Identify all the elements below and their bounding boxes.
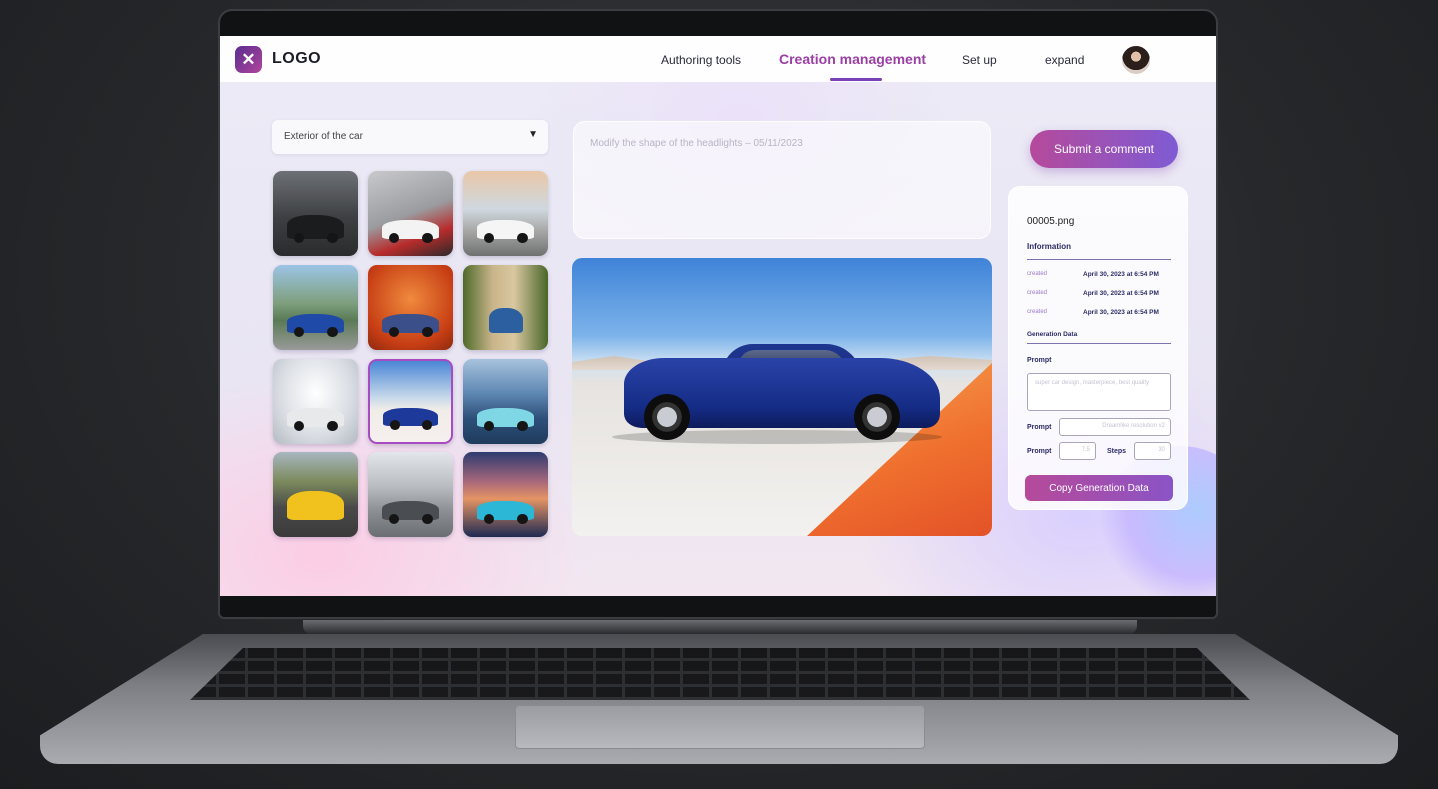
thumb-wheel (327, 233, 338, 244)
gallery-thumb-12[interactable] (463, 452, 548, 537)
thumb-wheel (294, 327, 305, 338)
thumb-wheel (517, 233, 528, 244)
thumb-wheel (294, 233, 305, 244)
gallery-thumb-8[interactable] (368, 359, 453, 444)
steps-field[interactable]: 30 (1134, 442, 1171, 460)
comment-placeholder: Modify the shape of the headlights – 05/… (590, 138, 803, 149)
gallery-thumb-1[interactable] (273, 171, 358, 256)
thumb-wheel (484, 233, 495, 244)
file-name: 00005.png (1027, 216, 1075, 227)
nav-set-up[interactable]: Set up (962, 53, 997, 67)
thumb-wheel (422, 233, 433, 244)
category-select-value: Exterior of the car (284, 131, 363, 142)
meta-key: created (1027, 290, 1048, 296)
main-preview-image (572, 258, 992, 536)
meta-value: April 30, 2023 at 6:54 PM (1083, 271, 1159, 278)
thumb-wheel (484, 514, 495, 525)
submit-comment-button[interactable]: Submit a comment (1030, 130, 1178, 168)
user-avatar[interactable] (1120, 44, 1152, 76)
active-nav-indicator (830, 78, 882, 81)
thumb-wheel (390, 420, 400, 430)
logo-icon[interactable]: ✕ (235, 46, 262, 73)
prompt-label-3: Prompt (1027, 448, 1052, 455)
chevron-down-icon: ▼ (528, 129, 538, 140)
thumb-wheel (421, 420, 432, 430)
laptop-keyboard (190, 648, 1250, 700)
prompt-label-2: Prompt (1027, 424, 1052, 431)
thumb-wheel (484, 421, 495, 432)
thumb-car (488, 307, 523, 333)
thumb-wheel (517, 421, 528, 432)
nav-expand[interactable]: expand (1045, 53, 1084, 67)
image-car-rear-wheel (854, 394, 900, 440)
top-header: ✕ LOGO Authoring tools Creation manageme… (220, 36, 1216, 82)
thumb-wheel (327, 421, 338, 432)
prompt-textarea[interactable]: super car design, masterpiece, best qual… (1027, 373, 1171, 411)
generation-data-heading: Generation Data (1027, 331, 1078, 338)
info-panel: 00005.png Information created April 30, … (1008, 186, 1188, 510)
thumb-wheel (422, 327, 433, 338)
image-car-front-wheel (644, 394, 690, 440)
app-screen: ✕ LOGO Authoring tools Creation manageme… (220, 36, 1216, 596)
meta-key: created (1027, 309, 1048, 315)
thumb-wheel (294, 421, 305, 432)
meta-value: April 30, 2023 at 6:54 PM (1083, 309, 1159, 316)
laptop-trackpad (515, 705, 925, 749)
model-field[interactable]: Dreamlike resolution v2 (1059, 418, 1171, 436)
gallery-thumb-3[interactable] (463, 171, 548, 256)
gallery-thumb-5[interactable] (368, 265, 453, 350)
gallery-thumb-9[interactable] (463, 359, 548, 444)
thumb-wheel (389, 327, 400, 338)
gallery-thumb-2[interactable] (368, 171, 453, 256)
thumb-wheel (389, 233, 400, 244)
logo-text[interactable]: LOGO (272, 50, 321, 68)
divider (1027, 259, 1171, 260)
meta-key: created (1027, 271, 1048, 277)
thumb-wheel (422, 514, 433, 525)
thumb-wheel (327, 327, 338, 338)
thumb-wheel (517, 514, 528, 525)
gallery-thumb-4[interactable] (273, 265, 358, 350)
information-heading: Information (1027, 242, 1071, 251)
category-select[interactable]: Exterior of the car ▼ (272, 120, 548, 154)
divider (1027, 343, 1171, 344)
copy-generation-data-button[interactable]: Copy Generation Data (1025, 475, 1173, 501)
comment-textarea[interactable]: Modify the shape of the headlights – 05/… (573, 121, 991, 239)
meta-value: April 30, 2023 at 6:54 PM (1083, 290, 1159, 297)
cfg-field[interactable]: 7.5 (1059, 442, 1096, 460)
gallery-thumb-7[interactable] (273, 359, 358, 444)
prompt-label: Prompt (1027, 357, 1052, 364)
gallery-thumb-10[interactable] (273, 452, 358, 537)
nav-authoring-tools[interactable]: Authoring tools (661, 53, 741, 67)
nav-creation-management[interactable]: Creation management (779, 51, 926, 67)
gallery-thumb-11[interactable] (368, 452, 453, 537)
steps-label: Steps (1107, 448, 1127, 455)
laptop-hinge (303, 620, 1137, 634)
thumb-car (286, 491, 345, 520)
thumb-wheel (389, 514, 400, 525)
gallery-thumb-6[interactable] (463, 265, 548, 350)
